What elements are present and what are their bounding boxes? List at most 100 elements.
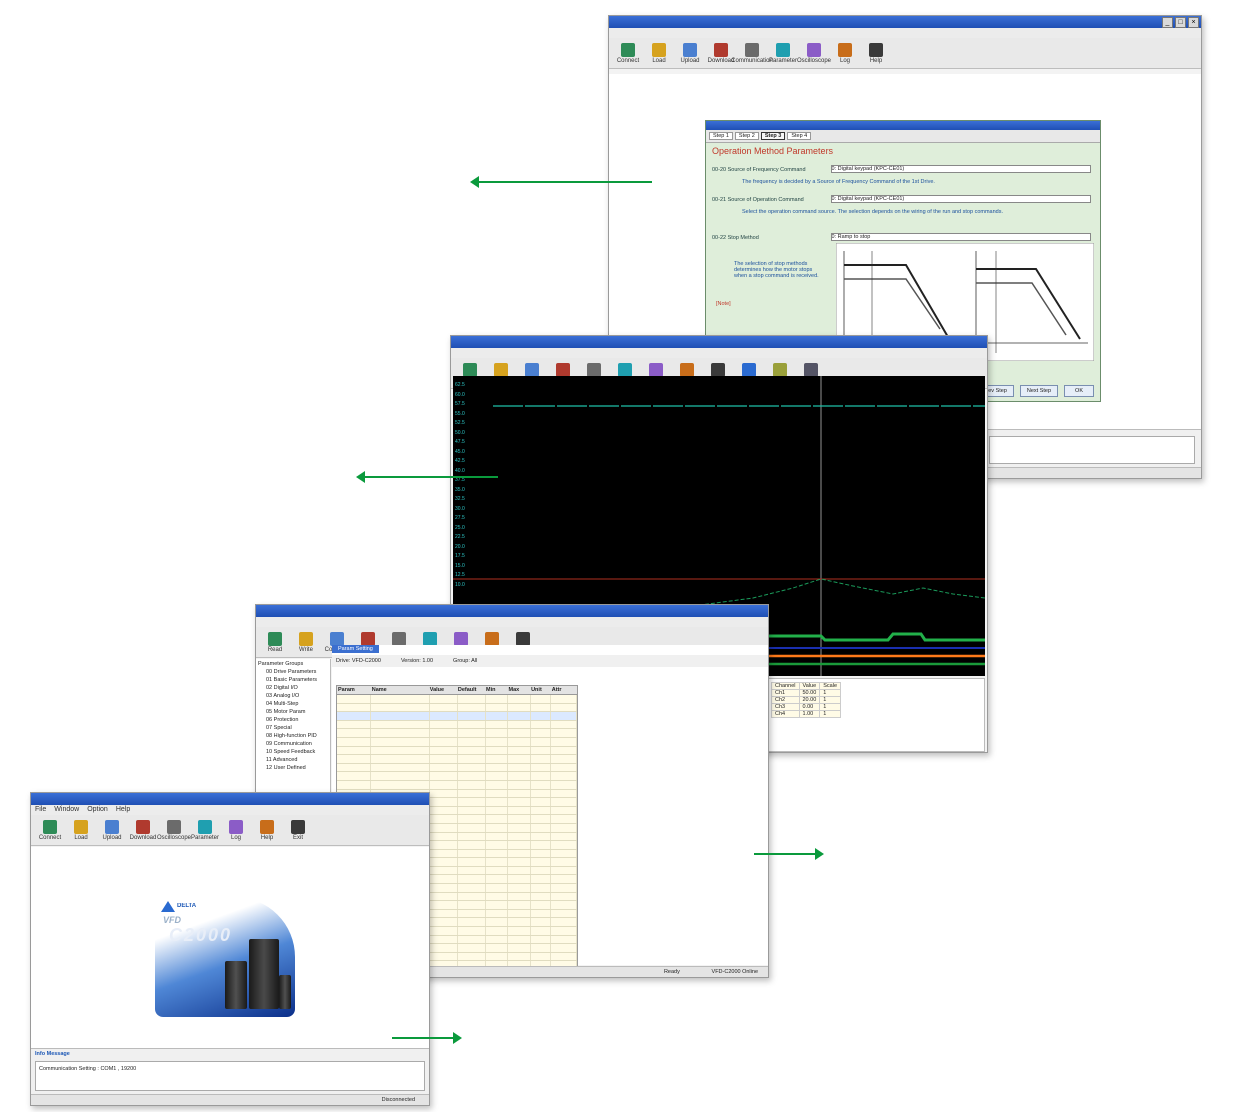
tree-item[interactable]: 08 High-function PID (258, 733, 328, 741)
tree-item[interactable]: 05 Motor Param (258, 709, 328, 717)
toolbar-button[interactable]: Oscilloscope (797, 42, 831, 64)
toolbar-label: Log (230, 834, 241, 841)
table-row[interactable]: Ch1 50.00 1 (771, 689, 842, 697)
table-cell (458, 729, 486, 737)
table-cell (531, 901, 551, 909)
maximize-button[interactable]: □ (1175, 17, 1186, 28)
toolbar-button[interactable]: Communication (731, 42, 773, 64)
column-header[interactable]: Name (371, 686, 429, 694)
table-row[interactable] (337, 695, 577, 704)
table-row[interactable]: Ch2 20.00 1 (771, 696, 842, 704)
toolbar-button[interactable]: Write (293, 631, 319, 653)
column-header[interactable]: Max (508, 686, 531, 694)
table-cell (508, 858, 531, 866)
column-header[interactable]: Unit (530, 686, 551, 694)
table-cell (486, 918, 509, 927)
operation-source-select[interactable]: 0: Digital keypad (KPC-CE01) (830, 195, 1091, 203)
ok-button[interactable]: OK (1064, 385, 1094, 397)
tree-item[interactable]: 03 Analog I/O (258, 693, 328, 701)
minimize-button[interactable]: _ (1162, 17, 1173, 28)
toolbar-icon (680, 362, 694, 377)
toolbar-label: Load (74, 834, 88, 841)
table-cell (486, 884, 509, 892)
menu-window[interactable]: Window (54, 805, 79, 815)
table-row[interactable] (337, 763, 577, 773)
table-row[interactable] (337, 746, 577, 756)
toolbar-button[interactable]: Read (262, 631, 288, 653)
table-cell (371, 737, 430, 746)
column-header[interactable]: Attr (551, 686, 577, 694)
toolbar-button[interactable]: Connect (615, 42, 641, 64)
toolbar-button[interactable]: Help (254, 819, 280, 841)
toolbar-label: Log (839, 57, 850, 64)
menu-option[interactable]: Option (87, 805, 108, 815)
toolbar-button[interactable]: Load (68, 819, 94, 841)
tree-item[interactable]: 06 Protection (258, 717, 328, 725)
frequency-source-select[interactable]: 0: Digital keypad (KPC-CE01) (830, 165, 1091, 173)
toolbar-button[interactable]: Log (832, 42, 858, 64)
toolbar-button[interactable]: Help (863, 42, 889, 64)
tree-item[interactable]: 00 Drive Parameters (258, 669, 328, 677)
tree-item[interactable]: 11 Advanced (258, 757, 328, 765)
tree-item[interactable]: 07 Special (258, 725, 328, 733)
column-header[interactable]: Min (485, 686, 508, 694)
table-row[interactable] (337, 772, 577, 781)
table-cell (486, 875, 509, 884)
table-cell (430, 755, 458, 763)
toolbar-button[interactable]: Parameter (769, 42, 797, 64)
tree-item[interactable]: 04 Multi-Step (258, 701, 328, 709)
column-header[interactable]: Param (337, 686, 371, 694)
step-tab-1[interactable]: Step 1 (709, 132, 733, 140)
toolbar-button[interactable]: Download (708, 42, 734, 64)
tree-item[interactable]: 01 Basic Parameters (258, 677, 328, 685)
table-row[interactable] (337, 737, 577, 747)
table-header-row: Param Name Value Default Min Max Unit Attr (337, 686, 577, 695)
tree-item[interactable]: 10 Speed Feedback (258, 749, 328, 757)
column-header[interactable]: Default (457, 686, 485, 694)
table-row[interactable]: Ch4 1.00 1 (771, 710, 842, 718)
table-row[interactable] (337, 755, 577, 764)
toolbar-button[interactable]: Oscilloscope (157, 819, 191, 841)
table-row[interactable] (337, 712, 577, 721)
info-message-title: Info Message (35, 1051, 70, 1057)
table-cell (371, 780, 430, 789)
menu-help[interactable]: Help (116, 805, 130, 815)
param-tab[interactable]: Param Setting (332, 645, 379, 653)
step-tab-4[interactable]: Step 4 (787, 132, 812, 140)
table-cell: Ch4 (771, 710, 800, 718)
toolbar-button[interactable]: Load (646, 42, 672, 64)
table-row[interactable] (337, 780, 577, 790)
next-step-button[interactable]: Next Step (1019, 385, 1059, 397)
close-button[interactable]: × (1188, 17, 1199, 28)
info-message-box[interactable]: Communication Setting : COM1 , 19200 (35, 1061, 425, 1091)
table-row[interactable] (337, 703, 577, 713)
step-tab-2[interactable]: Step 2 (734, 132, 759, 140)
table-cell (458, 703, 486, 712)
tree-item[interactable]: 12 User Defined (258, 765, 328, 773)
toolbar-button[interactable]: Upload (677, 42, 703, 64)
tree-item[interactable]: Parameter Groups (258, 661, 328, 669)
table-cell (551, 780, 577, 789)
toolbar-button[interactable]: Upload (99, 819, 125, 841)
tree-item[interactable]: 02 Digital I/O (258, 685, 328, 693)
info-message-box[interactable] (989, 436, 1195, 464)
toolbar-button[interactable]: Connect (37, 819, 63, 841)
menu-file[interactable]: File (35, 805, 46, 815)
tree-item[interactable]: 09 Communication (258, 741, 328, 749)
toolbar-button[interactable]: Exit (285, 819, 311, 841)
table-cell (551, 935, 577, 944)
stop-method-note: The selection of stop methods determines… (734, 261, 819, 279)
window-controls: _ □ × (1162, 17, 1199, 28)
table-cell (551, 815, 577, 823)
toolbar-button[interactable]: Parameter (191, 819, 219, 841)
table-row[interactable]: Ch3 0.00 1 (771, 703, 842, 711)
toolbar-icon (649, 362, 663, 377)
toolbar-button[interactable]: Download (129, 819, 157, 841)
table-row[interactable] (337, 720, 577, 730)
column-header[interactable]: Value (429, 686, 457, 694)
toolbar-button[interactable]: Log (223, 819, 249, 841)
stop-method-select[interactable]: 0: Ramp to stop (830, 233, 1091, 241)
toolbar-label: Download (129, 834, 157, 841)
step-tab-3[interactable]: Step 3 (760, 132, 786, 140)
table-row[interactable] (337, 729, 577, 738)
